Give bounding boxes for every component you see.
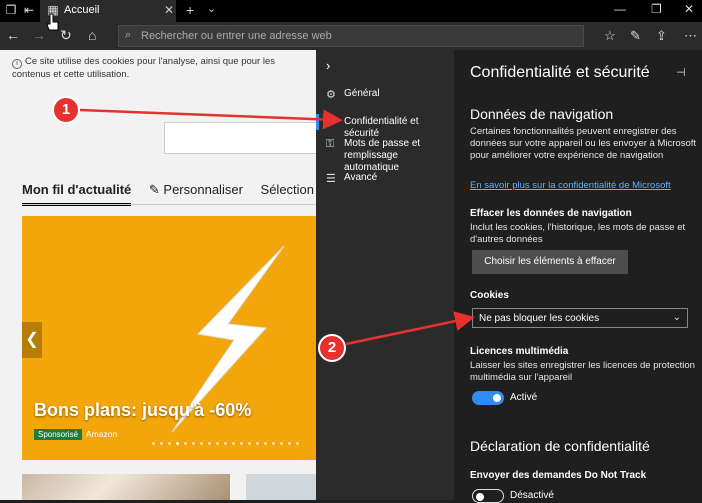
carousel-dots (152, 442, 304, 446)
forward-icon[interactable]: → (32, 27, 46, 43)
annotation-badge-1: 1 (52, 96, 80, 124)
key-icon: ⚿ (326, 138, 335, 150)
pen-icon[interactable]: ✎ (630, 28, 641, 44)
tab-close-icon[interactable]: ✕ (164, 3, 174, 17)
share-icon[interactable]: ⇪ (656, 28, 667, 44)
carousel-dot[interactable] (152, 442, 155, 445)
sliders-icon: ☰ (326, 173, 336, 185)
chevron-down-icon: ⌄ (672, 312, 681, 323)
carousel-dot[interactable] (168, 442, 171, 445)
choose-what-to-clear-button[interactable]: Choisir les éléments à effacer (472, 250, 628, 274)
browsing-data-description: Certaines fonctionnalités peuvent enregi… (470, 126, 697, 161)
cursor-hand-icon (46, 13, 59, 31)
cookies-label: Cookies (470, 290, 509, 301)
media-licenses-description: Laisser les sites enregistrer les licenc… (470, 360, 695, 383)
web-search-input[interactable] (164, 122, 316, 154)
carousel-dot[interactable] (296, 442, 299, 445)
tab-selection[interactable]: Sélection de (261, 182, 316, 203)
carousel-prev-button[interactable]: ❮ (22, 322, 42, 358)
privacy-settings-panel: Confidentialité et sécurité ⊣ Données de… (454, 50, 702, 503)
carousel-dot[interactable] (216, 442, 219, 445)
carousel-dot[interactable] (272, 442, 275, 445)
do-not-track-label: Envoyer des demandes Do Not Track (470, 470, 647, 481)
section-heading-privacy-statement: Déclaration de confidentialité (470, 438, 650, 454)
tab-my-feed[interactable]: Mon fil d'actualité (22, 182, 132, 206)
do-not-track-toggle[interactable] (472, 489, 504, 503)
carousel-dot[interactable] (184, 442, 187, 445)
carousel-dot[interactable] (264, 442, 267, 445)
minimize-icon[interactable]: — (614, 2, 626, 16)
carousel-dot[interactable] (208, 442, 211, 445)
hero-title: Bons plans: jusqu'à -60% (34, 400, 252, 420)
tab-list-icon[interactable]: ⌄ (207, 2, 216, 15)
carousel-dot[interactable] (192, 442, 195, 445)
carousel-dot[interactable] (176, 442, 179, 445)
refresh-icon[interactable]: ↻ (60, 27, 72, 44)
tab-accueil[interactable] (40, 0, 176, 22)
lightning-bolt-icon (171, 245, 285, 433)
carousel-dot[interactable] (200, 442, 203, 445)
new-tab-icon[interactable]: + (186, 2, 194, 18)
toggle-knob (493, 394, 501, 402)
carousel-dot[interactable] (232, 442, 235, 445)
carousel-dot[interactable] (288, 442, 291, 445)
annotation-badge-2: 2 (318, 334, 346, 362)
chevron-right-icon[interactable]: › (326, 58, 330, 73)
navigation-bar: ← → ↻ ⌂ ⌕ Rechercher ou entrer une adres… (0, 22, 702, 50)
lock-icon: 🔒︎ (326, 116, 332, 128)
clear-data-label: Effacer les données de navigation (470, 208, 632, 219)
news-thumbnail[interactable] (246, 474, 316, 500)
section-heading-browsing-data: Données de navigation (470, 106, 614, 122)
pin-icon[interactable]: ⊣ (676, 66, 686, 79)
title-bar: ❐ ⇤ ▦ Accueil ✕ + ⌄ — ❐ ✕ (0, 0, 702, 22)
favorites-icon[interactable]: ☆ (604, 28, 616, 44)
tabs-aside-icon[interactable]: ⇤ (22, 3, 36, 17)
address-placeholder: Rechercher ou entrer une adresse web (141, 30, 332, 42)
tab-personalize[interactable]: ✎ Personnaliser (149, 182, 243, 204)
advertiser-name: Amazon (86, 429, 118, 439)
settings-nav: › ⚙ Général 🔒︎ Confidentialité et sécuri… (316, 50, 454, 500)
feed-tabs: Mon fil d'actualité ✎ Personnaliser Séle… (22, 182, 316, 206)
carousel-dot[interactable] (256, 442, 259, 445)
media-licenses-toggle-state: Activé (510, 392, 538, 403)
restore-icon[interactable]: ❐ (651, 2, 662, 16)
tab-actions-icon[interactable]: ❐ (4, 3, 18, 17)
media-licenses-label: Licences multimédia (470, 346, 569, 357)
carousel-dot[interactable] (160, 442, 163, 445)
privacy-learn-more-link[interactable]: En savoir plus sur la confidentialité de… (470, 180, 671, 191)
new-tab-page: i Ce site utilise des cookies pour l'anal… (0, 50, 316, 500)
carousel-dot[interactable] (248, 442, 251, 445)
carousel-dot[interactable] (280, 442, 283, 445)
tab-title: Accueil (64, 4, 100, 16)
address-bar[interactable]: ⌕ Rechercher ou entrer une adresse web (118, 25, 584, 47)
media-licenses-toggle[interactable] (472, 391, 504, 405)
news-thumbnail[interactable] (22, 474, 230, 500)
search-icon: ⌕ (125, 29, 132, 41)
home-icon[interactable]: ⌂ (88, 27, 96, 43)
hero-card[interactable]: ❮ Bons plans: jusqu'à -60% Sponsorisé Am… (22, 216, 316, 460)
sponsored-badge: Sponsorisé (34, 429, 83, 440)
carousel-dot[interactable] (240, 442, 243, 445)
info-icon: i (12, 59, 22, 69)
back-icon[interactable]: ← (6, 27, 20, 43)
pencil-icon: ✎ (148, 182, 164, 197)
divider (22, 204, 316, 205)
panel-title: Confidentialité et sécurité (470, 64, 650, 81)
gear-icon: ⚙ (326, 89, 336, 101)
do-not-track-toggle-state: Désactivé (510, 490, 554, 501)
cookie-notice: i Ce site utilise des cookies pour l'anal… (12, 56, 276, 80)
more-icon[interactable]: ⋯ (684, 28, 697, 44)
carousel-dot[interactable] (224, 442, 227, 445)
clear-data-description: Inclut les cookies, l'historique, les mo… (470, 222, 686, 245)
cookies-selected-value: Ne pas bloquer les cookies (479, 313, 600, 324)
cookies-select[interactable]: Ne pas bloquer les cookies ⌄ (472, 308, 688, 328)
close-window-icon[interactable]: ✕ (684, 2, 694, 16)
